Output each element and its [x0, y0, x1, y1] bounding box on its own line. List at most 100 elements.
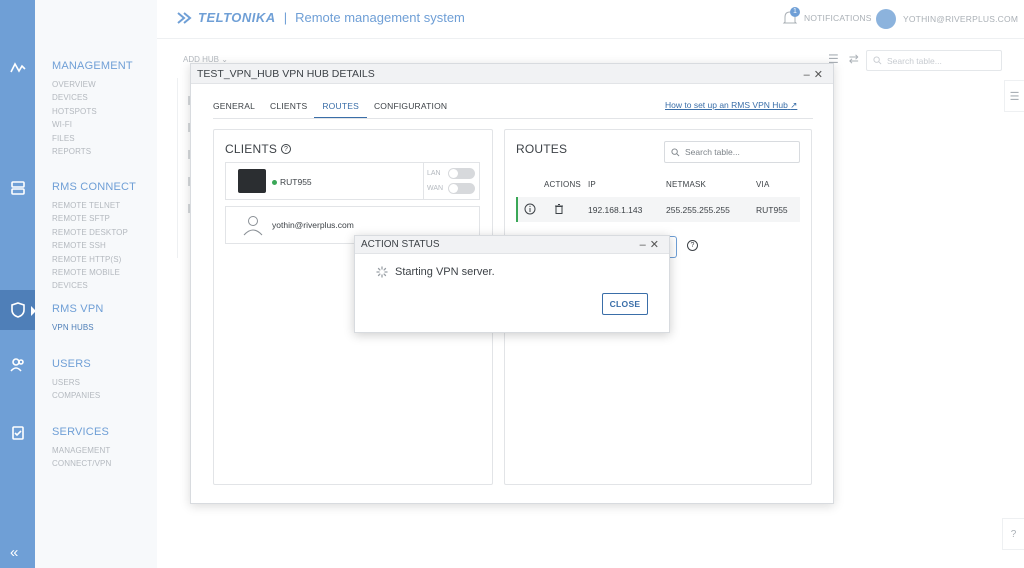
- tab-configuration[interactable]: CONFIGURATION: [374, 101, 447, 119]
- side-menu: MANAGEMENT OVERVIEW DEVICES HOTSPOTS WI-…: [35, 0, 157, 568]
- close-button[interactable]: CLOSE: [602, 293, 648, 315]
- menu-item-reports[interactable]: REPORTS: [52, 145, 133, 158]
- refresh-icon[interactable]: ⇄: [849, 52, 859, 66]
- lan-label: LAN: [427, 170, 441, 177]
- menu-item-users[interactable]: USERS: [52, 376, 100, 389]
- minimize-icon[interactable]: –: [640, 239, 650, 251]
- menu-item-remote-sftp[interactable]: REMOTE SFTP: [52, 212, 157, 225]
- menu-item-remote-telnet[interactable]: REMOTE TELNET: [52, 199, 157, 212]
- clients-title-label: CLIENTS: [225, 142, 278, 156]
- minimize-icon[interactable]: –: [804, 69, 814, 81]
- row-divider: [423, 163, 424, 199]
- teltonika-logo-icon: [177, 11, 192, 24]
- user-email-label: YOTHIN@RIVERPLUS.COM: [903, 14, 1019, 24]
- action-status-message: Starting VPN server.: [395, 266, 495, 278]
- menu-item-remote-desktop[interactable]: REMOTE DESKTOP: [52, 226, 157, 239]
- routes-title: ROUTES: [516, 142, 568, 156]
- clients-title: CLIENTS ?: [225, 142, 292, 156]
- menu-group-rms-connect: RMS CONNECT REMOTE TELNET REMOTE SFTP RE…: [52, 181, 157, 293]
- help-icon[interactable]: ?: [687, 240, 698, 251]
- action-status-header[interactable]: ACTION STATUS: [355, 236, 669, 254]
- bell-icon: 1: [782, 7, 800, 27]
- icon-rail: «: [0, 0, 36, 568]
- help-icon[interactable]: ?: [1002, 518, 1024, 550]
- howto-link-label: How to set up an RMS VPN Hub: [665, 100, 788, 110]
- menu-item-files[interactable]: FILES: [52, 132, 133, 145]
- route-via: RUT955: [756, 205, 788, 215]
- column-header-ip[interactable]: IP: [588, 180, 596, 189]
- shield-icon[interactable]: [8, 300, 28, 320]
- route-netmask: 255.255.255.255: [666, 205, 730, 215]
- column-header-via[interactable]: VIA: [756, 180, 770, 189]
- menu-item-vpn-hubs[interactable]: VPN HUBS: [52, 321, 104, 334]
- tab-general[interactable]: GENERAL: [213, 101, 255, 119]
- list-icon[interactable]: ☰: [1004, 80, 1024, 112]
- menu-group-users: USERS USERS COMPANIES: [52, 358, 100, 403]
- howto-link[interactable]: How to set up an RMS VPN Hub ↗: [665, 100, 797, 111]
- user-icon: [243, 216, 263, 236]
- brand[interactable]: TELTONIKA | Remote management system: [176, 10, 465, 25]
- menu-item-wifi[interactable]: WI-FI: [52, 118, 133, 131]
- menu-heading[interactable]: USERS: [52, 358, 100, 370]
- device-name: RUT955: [280, 177, 312, 187]
- avatar: [876, 9, 896, 29]
- menu-item-services-management[interactable]: MANAGEMENT: [52, 444, 111, 457]
- dialog-controls: –✕: [804, 68, 827, 81]
- menu-item-devices[interactable]: DEVICES: [52, 91, 133, 104]
- activity-icon[interactable]: [8, 58, 28, 78]
- notifications-button[interactable]: 1 NOTIFICATIONS: [782, 7, 872, 27]
- menu-item-remote-mobile[interactable]: REMOTE MOBILE DEVICES: [52, 266, 157, 293]
- trash-icon[interactable]: [553, 203, 565, 215]
- menu-group-services: SERVICES MANAGEMENT CONNECT/VPN: [52, 426, 111, 471]
- menu-item-remote-ssh[interactable]: REMOTE SSH: [52, 239, 157, 252]
- spinner-icon: [376, 266, 388, 278]
- help-icon[interactable]: ?: [281, 144, 292, 154]
- menu-heading[interactable]: RMS VPN: [52, 303, 104, 315]
- clipboard-check-icon[interactable]: [8, 423, 28, 443]
- dialog-controls: –✕: [640, 238, 663, 251]
- user-email: yothin@riverplus.com: [272, 220, 354, 230]
- route-ip: 192.168.1.143: [588, 205, 643, 215]
- lan-toggle[interactable]: [448, 168, 475, 179]
- router-image: [238, 169, 266, 193]
- dialog-title: TEST_VPN_HUB VPN HUB DETAILS: [197, 67, 375, 80]
- close-icon[interactable]: ✕: [814, 69, 827, 81]
- client-device-row[interactable]: RUT955 LAN WAN: [225, 162, 480, 200]
- menu-item-companies[interactable]: COMPANIES: [52, 389, 100, 402]
- user-menu[interactable]: YOTHIN@RIVERPLUS.COM: [876, 9, 1018, 29]
- notifications-label: NOTIFICATIONS: [804, 13, 872, 23]
- column-header-netmask[interactable]: NETMASK: [666, 180, 706, 189]
- collapse-sidebar-icon[interactable]: «: [10, 544, 18, 561]
- routes-search-input[interactable]: Search table...: [664, 141, 800, 163]
- wan-toggle[interactable]: [448, 183, 475, 194]
- topbar-divider: [157, 38, 1024, 39]
- menu-item-remote-https[interactable]: REMOTE HTTP(S): [52, 253, 157, 266]
- menu-group-management: MANAGEMENT OVERVIEW DEVICES HOTSPOTS WI-…: [52, 60, 133, 158]
- menu-heading[interactable]: MANAGEMENT: [52, 60, 133, 72]
- action-status-title: ACTION STATUS: [361, 239, 440, 250]
- close-icon[interactable]: ✕: [650, 239, 663, 251]
- search-icon: [671, 147, 680, 156]
- brand-separator: |: [283, 10, 288, 25]
- action-status-dialog: ACTION STATUS –✕ Starting VPN server. CL…: [354, 235, 670, 333]
- column-header-actions: ACTIONS: [544, 180, 581, 189]
- notification-count-badge: 1: [790, 7, 800, 17]
- search-placeholder: Search table...: [887, 55, 942, 66]
- wan-label: WAN: [427, 185, 444, 192]
- server-icon[interactable]: [8, 178, 28, 198]
- online-status-dot: [272, 180, 277, 185]
- menu-item-connect-vpn[interactable]: CONNECT/VPN: [52, 457, 111, 470]
- menu-group-rms-vpn: RMS VPN VPN HUBS: [52, 303, 104, 334]
- menu-item-hotspots[interactable]: HOTSPOTS: [52, 105, 133, 118]
- tab-clients[interactable]: CLIENTS: [270, 101, 307, 119]
- dialog-header[interactable]: TEST_VPN_HUB VPN HUB DETAILS: [191, 64, 833, 84]
- search-icon: [873, 56, 882, 65]
- routes-search-placeholder: Search table...: [685, 147, 740, 157]
- info-icon[interactable]: [524, 203, 536, 215]
- tab-routes[interactable]: ROUTES: [314, 101, 367, 119]
- menu-item-overview[interactable]: OVERVIEW: [52, 78, 133, 91]
- menu-heading[interactable]: SERVICES: [52, 426, 111, 438]
- menu-heading[interactable]: RMS CONNECT: [52, 181, 157, 193]
- users-icon[interactable]: [8, 355, 28, 375]
- search-input[interactable]: Search table...: [866, 50, 1002, 71]
